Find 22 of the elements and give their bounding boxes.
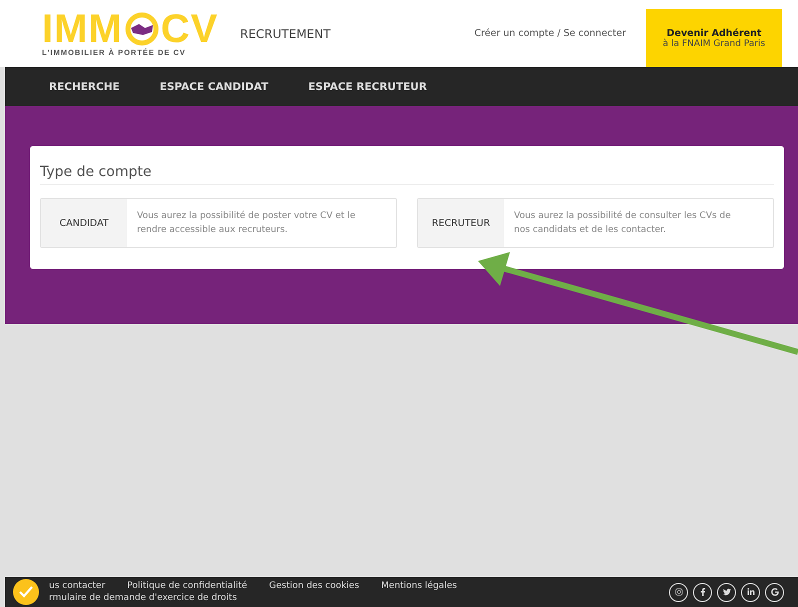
facebook-icon[interactable] bbox=[693, 582, 712, 602]
logo-text: CV bbox=[160, 10, 218, 48]
account-type-option[interactable]: RECRUTEUR Vous aurez la possibilité de consulter les CVs de nos candidats et de les contacter. bbox=[417, 198, 774, 248]
footer-link[interactable]: Mentions légales bbox=[381, 580, 457, 592]
card-title: Type de compte bbox=[40, 164, 774, 185]
google-icon[interactable] bbox=[765, 582, 784, 602]
twitter-icon[interactable] bbox=[717, 582, 736, 602]
footer-link[interactable]: Gestion des cookies bbox=[269, 580, 360, 592]
logo-text: IMM bbox=[42, 10, 123, 48]
account-link[interactable]: Créer un compte / Se connecter bbox=[474, 28, 626, 39]
nav-link[interactable]: ESPACE RECRUTEUR bbox=[308, 80, 427, 92]
membership-button[interactable]: Devenir Adhérent à la FNAIM Grand Paris bbox=[646, 9, 782, 67]
instagram-icon[interactable] bbox=[669, 582, 688, 602]
section-title: RECRUTEMENT bbox=[240, 26, 331, 40]
nav-link[interactable]: RECHERCHE bbox=[49, 80, 120, 92]
footer-link[interactable]: Politique de confidentialité bbox=[127, 580, 248, 592]
account-type-option[interactable]: CANDIDAT Vous aurez la possibilité de poster votre CV et le rendre accessible aux recruteurs. bbox=[40, 198, 397, 248]
footer-link[interactable]: us contacter bbox=[49, 580, 106, 592]
nav-link[interactable]: ESPACE CANDIDAT bbox=[160, 80, 268, 92]
footer-link[interactable]: rmulaire de demande d'exercice de droits bbox=[49, 592, 457, 604]
linkedin-icon[interactable] bbox=[741, 582, 760, 602]
check-badge-icon[interactable] bbox=[13, 579, 39, 605]
